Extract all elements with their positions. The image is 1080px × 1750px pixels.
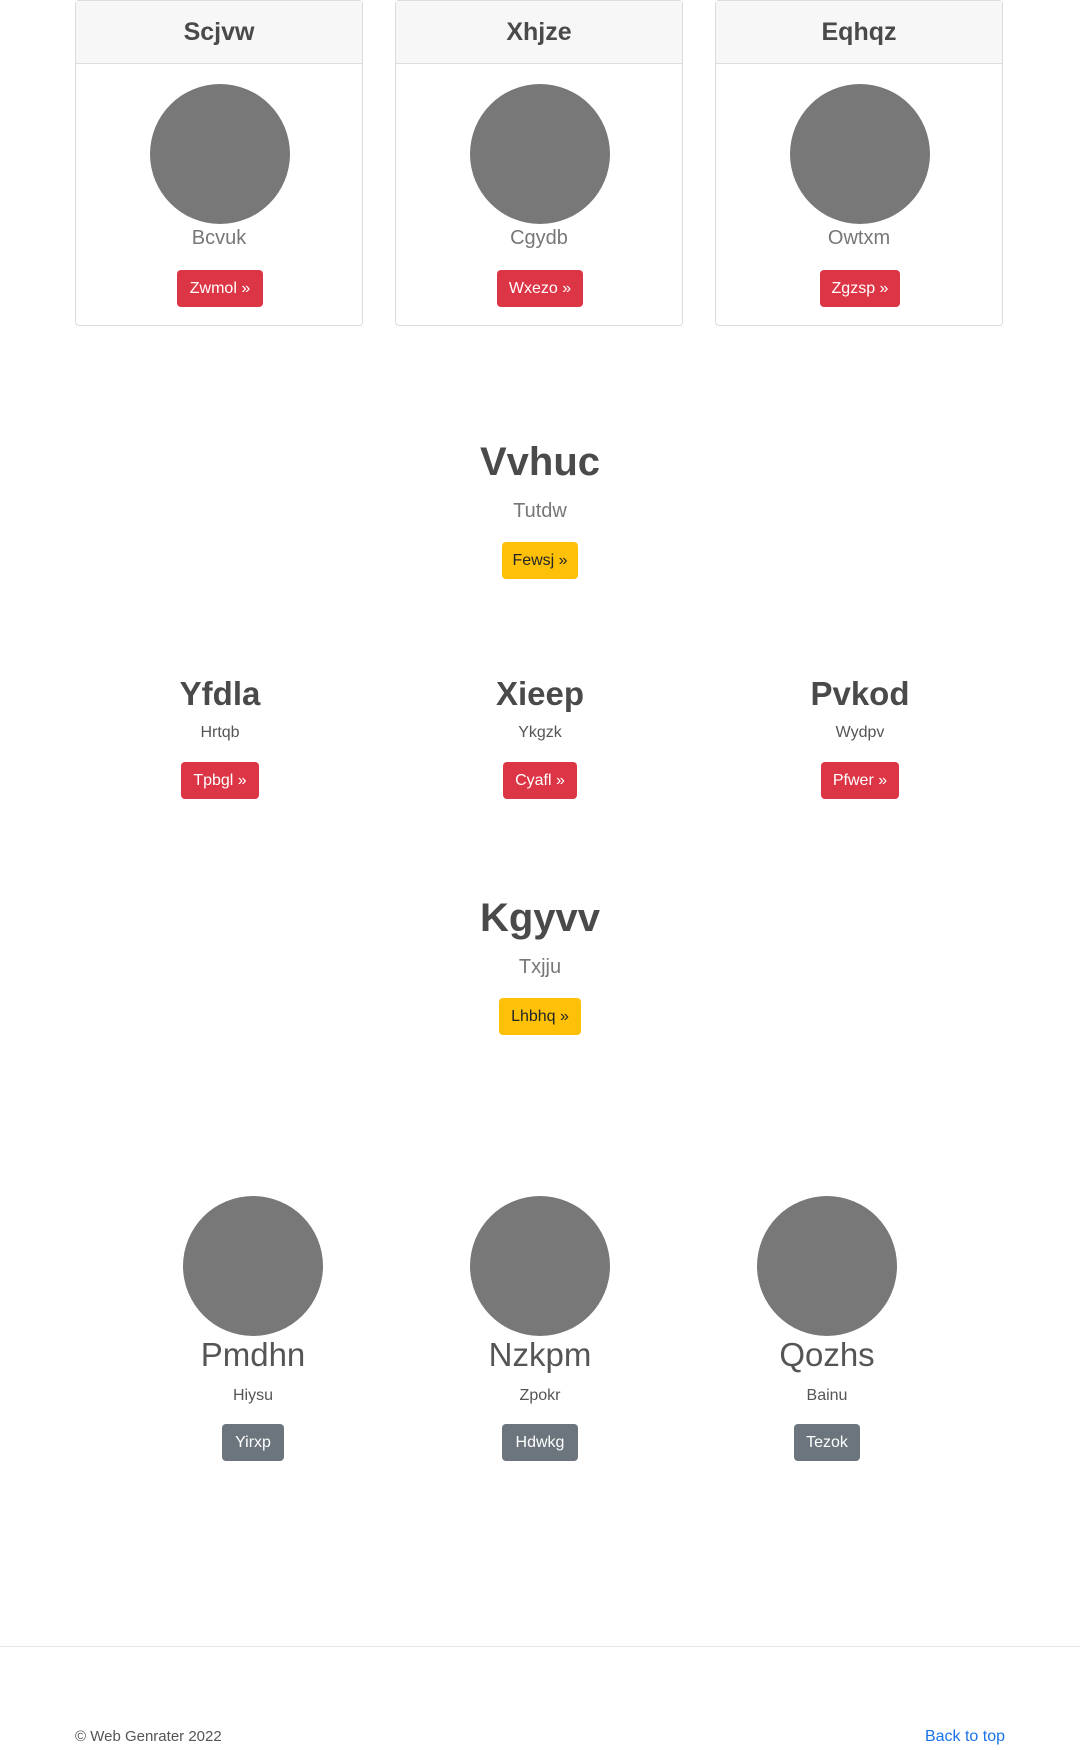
- column-title: Pvkod: [810, 675, 910, 712]
- person-text: Hiysu: [232, 1387, 273, 1404]
- card-button[interactable]: Zgzsp »: [820, 270, 900, 307]
- back-to-top-link[interactable]: Back to top: [925, 1728, 1005, 1746]
- section-title: Vvhuc: [479, 440, 601, 484]
- footer-copyright: © Web Genrater 2022: [75, 1728, 222, 1745]
- card-button[interactable]: Zwmol »: [177, 270, 263, 307]
- section-button[interactable]: Lhbhq »: [499, 998, 581, 1035]
- card-text: Cgydb: [510, 227, 568, 249]
- card-header: Scjvw: [76, 1, 362, 64]
- section-subtitle: Tutdw: [513, 500, 567, 522]
- column-button[interactable]: Pfwer »: [821, 762, 899, 799]
- column-text: Wydpv: [835, 724, 885, 741]
- section-subtitle: Txjju: [518, 956, 562, 978]
- person-name: Pmdhn: [200, 1336, 306, 1373]
- footer-divider: [0, 1646, 1080, 1647]
- avatar-placeholder: [183, 1196, 323, 1336]
- person-text: Bainu: [806, 1387, 848, 1404]
- column-title: Xieep: [495, 675, 585, 712]
- card-text: Owtxm: [827, 227, 891, 249]
- card-body: Bcvuk Zwmol »: [76, 64, 362, 326]
- person-name: Nzkpm: [488, 1336, 592, 1373]
- person-button[interactable]: Hdwkg: [502, 1424, 578, 1461]
- avatar-placeholder: [790, 84, 930, 224]
- person-button[interactable]: Yirxp: [222, 1424, 284, 1461]
- card-text: Bcvuk: [191, 227, 247, 249]
- card-body: Owtxm Zgzsp »: [716, 64, 1002, 326]
- column-text: Hrtqb: [200, 724, 240, 741]
- avatar-placeholder: [150, 84, 290, 224]
- column-title: Yfdla: [179, 675, 261, 712]
- column-button[interactable]: Tpbgl »: [181, 762, 259, 799]
- section-button[interactable]: Fewsj »: [502, 542, 578, 579]
- column-button[interactable]: Cyafl »: [503, 762, 577, 799]
- card-1: Scjvw Bcvuk Zwmol »: [75, 0, 363, 326]
- card-header: Xhjze: [396, 1, 682, 64]
- person-text: Zpokr: [519, 1387, 561, 1404]
- card-3: Eqhqz Owtxm Zgzsp »: [715, 0, 1003, 326]
- avatar-placeholder: [470, 84, 610, 224]
- page: Scjvw Bcvuk Zwmol » Xhjze Cgydb Wxezo » …: [0, 0, 1080, 1750]
- card-button[interactable]: Wxezo »: [497, 270, 583, 307]
- column-text: Ykgzk: [518, 724, 562, 741]
- card-body: Cgydb Wxezo »: [396, 64, 682, 326]
- section-title: Kgyvv: [479, 896, 601, 940]
- person-button[interactable]: Tezok: [794, 1424, 860, 1461]
- avatar-placeholder: [470, 1196, 610, 1336]
- avatar-placeholder: [757, 1196, 897, 1336]
- card-2: Xhjze Cgydb Wxezo »: [395, 0, 683, 326]
- person-name: Qozhs: [779, 1336, 875, 1373]
- card-header: Eqhqz: [716, 1, 1002, 64]
